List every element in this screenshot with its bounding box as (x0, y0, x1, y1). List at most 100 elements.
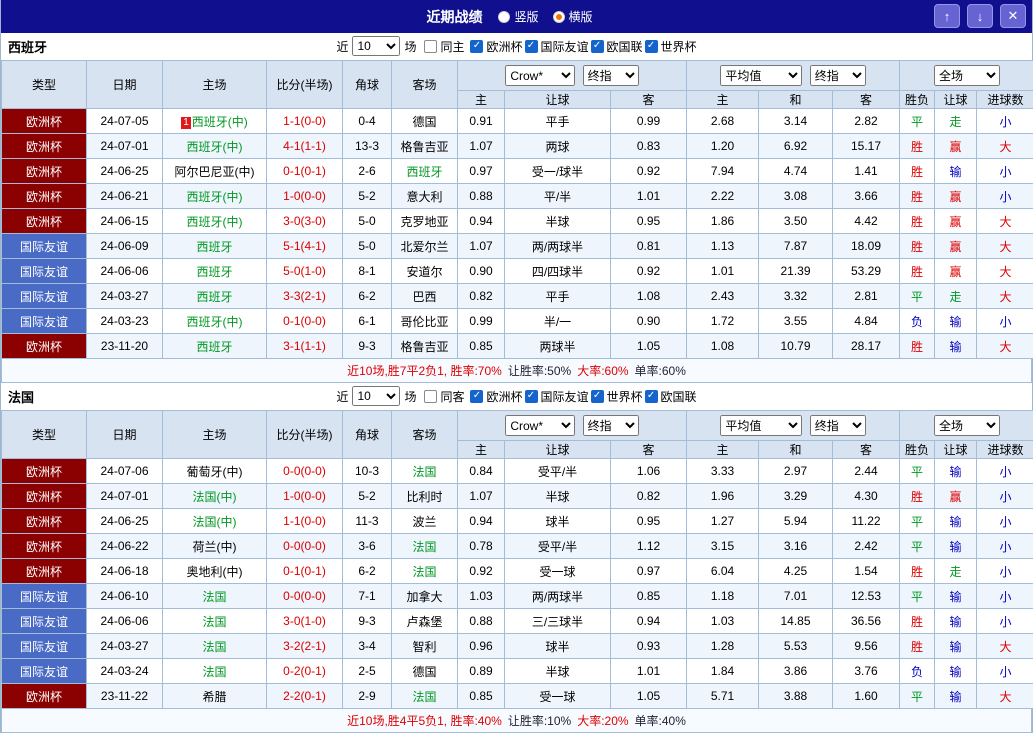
competition-filter[interactable]: ✓ 世界杯 (590, 388, 643, 405)
odds-stage-select[interactable]: 终指 (582, 415, 639, 436)
checkbox-checked-icon[interactable]: ✓ (644, 39, 658, 53)
goals-result-cell: 小 (976, 158, 1033, 184)
competition-filter[interactable]: ✓ 国际友谊 (524, 388, 589, 405)
home-team-cell: 法国(中) (162, 508, 267, 534)
competition-filter[interactable]: ✓ 欧国联 (644, 388, 697, 405)
odds-home-cell: 0.88 (457, 183, 505, 209)
goals-result-cell: 小 (976, 508, 1033, 534)
handicap-result-cell: 赢 (934, 483, 978, 509)
result-group-header: 全场 (899, 410, 1033, 441)
checkbox-checked-icon[interactable]: ✓ (590, 389, 604, 403)
checkbox-checked-icon[interactable]: ✓ (524, 389, 538, 403)
competition-label: 世界杯 (606, 389, 643, 404)
avg-draw-cell: 7.01 (758, 583, 834, 609)
goals-result-cell: 小 (976, 533, 1033, 559)
avg-stage-select[interactable]: 终指 (809, 65, 866, 86)
competition-label: 欧洲杯 (486, 389, 523, 404)
scope-select[interactable]: 全场 (934, 415, 1001, 436)
avg-away-cell: 18.09 (832, 233, 901, 259)
competition-filter[interactable]: ✓ 世界杯 (644, 38, 697, 55)
score-cell: 0-1(0-1) (266, 558, 343, 584)
checkbox-unchecked-icon[interactable] (424, 389, 438, 403)
bookmaker-select[interactable]: Crow* (505, 65, 576, 86)
col-header-score: 比分(半场) (266, 410, 343, 459)
avg-draw-cell: 10.79 (758, 333, 834, 359)
radio-selected-icon[interactable] (552, 10, 565, 23)
same-venue-filter[interactable]: 同客 (424, 388, 464, 405)
match-count-select[interactable]: 10 (352, 36, 401, 56)
competition-filter[interactable]: ✓ 欧国联 (590, 38, 643, 55)
avg-away-cell: 4.84 (832, 308, 901, 334)
score-cell: 0-2(0-1) (266, 658, 343, 684)
move-down-button[interactable]: ↓ (967, 4, 993, 28)
home-team-cell: 西班牙(中) (162, 208, 267, 234)
col-header-score: 比分(半场) (266, 60, 343, 109)
avg-home-cell: 1.03 (686, 608, 760, 634)
avg-odds-select[interactable]: 平均值 (720, 65, 803, 86)
near-label: 近 (336, 389, 349, 404)
bookmaker-select[interactable]: Crow* (505, 415, 576, 436)
home-team-cell: 西班牙 (162, 333, 267, 359)
match-count-select[interactable]: 10 (352, 386, 401, 406)
checkbox-checked-icon[interactable]: ✓ (470, 389, 484, 403)
col-header-away: 客场 (391, 60, 458, 109)
view-option-vertical[interactable]: 竖版 (498, 8, 539, 25)
match-row: 欧洲杯 23-11-22 希腊 2-2(0-1) 2-9 法国 0.85 受一球 1.05 5.7… (1, 683, 1033, 709)
results-table: 类型 日期 主场 比分(半场) 角球 客场 Crow* 终指 平均值 终指 全场… (1, 60, 1033, 359)
match-row: 欧洲杯 24-06-25 阿尔巴尼亚(中) 0-1(0-1) 2-6 西班牙 0.97 受一/… (1, 158, 1033, 184)
view-option-horizontal[interactable]: 横版 (552, 8, 593, 25)
competition-type-cell: 欧洲杯 (1, 208, 87, 234)
results-tbody: 欧洲杯 24-07-05 1 西班牙(中) 1-1(0-0) 0-4 德国 0.91 平手 0.9… (1, 108, 1033, 359)
odds-stage-select[interactable]: 终指 (582, 65, 639, 86)
competition-filter[interactable]: ✓ 欧洲杯 (470, 388, 523, 405)
checkbox-checked-icon[interactable]: ✓ (524, 39, 538, 53)
odds-home-cell: 1.07 (457, 483, 505, 509)
score-cell: 5-0(1-0) (266, 258, 343, 284)
scope-select[interactable]: 全场 (934, 65, 1001, 86)
move-up-button[interactable]: ↑ (934, 4, 960, 28)
handicap-cell: 平/半 (504, 183, 611, 209)
handicap-cell: 半球 (504, 658, 611, 684)
goals-result-cell: 大 (976, 283, 1033, 309)
handicap-result-cell: 输 (934, 608, 978, 634)
subcol-handicap: 让球 (504, 90, 611, 109)
handicap-result-cell: 输 (934, 458, 978, 484)
summary-segment: 大率:60% (577, 364, 629, 378)
score-cell: 3-0(1-0) (266, 608, 343, 634)
corner-cell: 9-3 (342, 333, 392, 359)
checkbox-checked-icon[interactable]: ✓ (470, 39, 484, 53)
avg-away-cell: 3.76 (832, 658, 901, 684)
away-team-cell: 德国 (391, 108, 458, 134)
results-table: 类型 日期 主场 比分(半场) 角球 客场 Crow* 终指 平均值 终指 全场… (1, 410, 1033, 709)
odds-home-cell: 0.84 (457, 458, 505, 484)
score-cell: 3-0(3-0) (266, 208, 343, 234)
handicap-result-cell: 输 (934, 683, 978, 709)
goals-result-cell: 大 (976, 208, 1033, 234)
checkbox-unchecked-icon[interactable] (424, 39, 438, 53)
score-cell: 1-0(0-0) (266, 183, 343, 209)
same-venue-label: 同客 (440, 389, 465, 404)
away-team-cell: 格鲁吉亚 (391, 133, 458, 159)
competition-type-cell: 国际友谊 (1, 658, 87, 684)
odds-home-cell: 1.07 (457, 233, 505, 259)
competition-filter[interactable]: ✓ 国际友谊 (524, 38, 589, 55)
odds-away-cell: 0.92 (609, 158, 688, 184)
goals-result-cell: 大 (976, 258, 1033, 284)
close-button[interactable]: ✕ (1000, 4, 1026, 28)
odds-home-cell: 0.85 (457, 333, 505, 359)
avg-stage-select[interactable]: 终指 (809, 415, 866, 436)
match-row: 欧洲杯 24-07-05 1 西班牙(中) 1-1(0-0) 0-4 德国 0.91 平手 0.9… (1, 108, 1033, 134)
handicap-cell: 两球半 (504, 333, 611, 359)
handicap-cell: 两/两球半 (504, 583, 611, 609)
avg-odds-select[interactable]: 平均值 (720, 415, 803, 436)
checkbox-checked-icon[interactable]: ✓ (644, 389, 658, 403)
competition-filter[interactable]: ✓ 欧洲杯 (470, 38, 523, 55)
radio-unselected-icon[interactable] (498, 10, 511, 23)
competition-type-cell: 欧洲杯 (1, 133, 87, 159)
score-cell: 0-0(0-0) (266, 583, 343, 609)
date-cell: 24-03-27 (86, 633, 163, 659)
checkbox-checked-icon[interactable]: ✓ (590, 39, 604, 53)
corner-cell: 5-2 (342, 483, 392, 509)
handicap-result-cell: 赢 (934, 133, 978, 159)
same-venue-filter[interactable]: 同主 (424, 38, 464, 55)
